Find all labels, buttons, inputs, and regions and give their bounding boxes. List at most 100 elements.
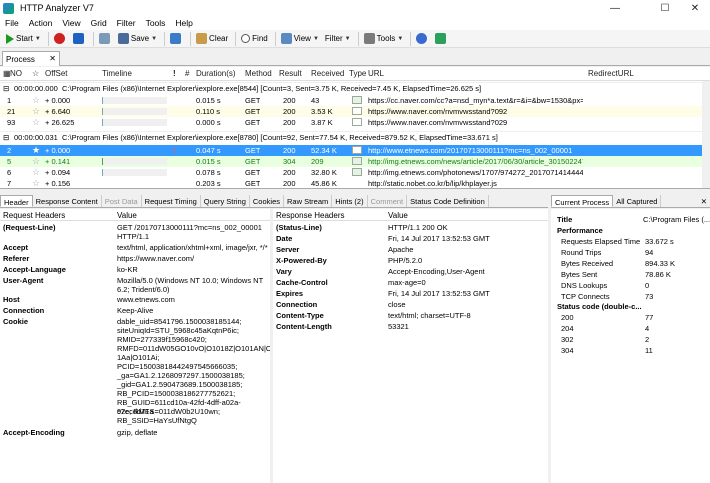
chevron-down-icon: ▼ bbox=[34, 35, 41, 42]
cell-received: 45.86 K bbox=[311, 179, 337, 188]
col-duration[interactable]: Duration(s) bbox=[196, 69, 236, 78]
table-row[interactable]: 1 ☆ + 0.000 0.015 s GET 200 43 https://c… bbox=[0, 95, 710, 106]
clear-button[interactable]: Clear bbox=[194, 31, 230, 47]
col-url[interactable]: URL bbox=[368, 69, 384, 78]
grid-scrollbar[interactable] bbox=[702, 81, 710, 188]
tab-all-captured[interactable]: All Captured bbox=[613, 195, 662, 207]
stop-button[interactable] bbox=[52, 31, 69, 47]
star-icon[interactable]: ☆ bbox=[32, 156, 40, 167]
view-label: View bbox=[293, 34, 311, 43]
header-value: Fri, 14 Jul 2017 13:52:53 GMT bbox=[388, 234, 490, 243]
cell-received: 32.80 K bbox=[311, 168, 337, 177]
header-value: RMFD=011dW05GO10vO|O1018Z|O101AN|O10 bbox=[117, 344, 270, 353]
col-response-headers[interactable]: Response Headers bbox=[276, 211, 344, 220]
col-type[interactable]: Type bbox=[349, 69, 366, 78]
toolbar: Start ▼ Save ▼ Clear Find View ▼ Filter … bbox=[0, 30, 710, 48]
tools-button[interactable]: Tools ▼ bbox=[362, 31, 406, 47]
tab-header[interactable]: Header bbox=[0, 195, 33, 207]
header-value: gzip, deflate bbox=[117, 428, 158, 437]
maximize-icon[interactable]: ☐ bbox=[650, 0, 680, 16]
star-icon[interactable]: ☆ bbox=[32, 178, 40, 188]
book-button[interactable] bbox=[433, 31, 450, 47]
timeline-bar bbox=[102, 169, 167, 176]
menu-help[interactable]: Help bbox=[170, 18, 197, 28]
col-timeline[interactable]: Timeline bbox=[102, 69, 132, 78]
header-key: Server bbox=[276, 245, 300, 254]
col-received[interactable]: Received bbox=[311, 69, 344, 78]
tab-process[interactable]: Process ✕ bbox=[2, 51, 60, 66]
col-method[interactable]: Method bbox=[245, 69, 272, 78]
menu-tools[interactable]: Tools bbox=[141, 18, 171, 28]
col-hash[interactable]: # bbox=[185, 69, 189, 78]
tab-status-code-definition[interactable]: Status Code Definition bbox=[407, 195, 489, 207]
menu-view[interactable]: View bbox=[57, 18, 85, 28]
alert-icon: ! bbox=[173, 146, 176, 155]
start-button[interactable]: Start ▼ bbox=[4, 31, 43, 47]
table-row[interactable]: 7 ☆ + 0.156 0.203 s GET 200 45.86 K http… bbox=[0, 178, 710, 188]
timeline-bar bbox=[102, 108, 167, 115]
table-row[interactable]: 93 ☆ + 26.625 0.000 s GET 200 3.87 K htt… bbox=[0, 117, 710, 128]
menu-filter[interactable]: Filter bbox=[112, 18, 141, 28]
tools-label: Tools bbox=[376, 34, 396, 43]
tab-response-content[interactable]: Response Content bbox=[33, 195, 102, 207]
minimize-icon[interactable]: — bbox=[600, 0, 630, 16]
table-row[interactable]: 5 ☆ + 0.141 0.015 s GET 304 209 http://i… bbox=[0, 156, 710, 167]
tab-query-string[interactable]: Query String bbox=[201, 195, 250, 207]
collapse-icon[interactable]: ⊟ bbox=[3, 84, 9, 93]
toolbar-separator bbox=[164, 31, 166, 46]
star-icon[interactable]: ☆ bbox=[32, 167, 40, 178]
col-offset[interactable]: OffSet bbox=[45, 69, 68, 78]
find-button[interactable]: Find bbox=[239, 31, 270, 47]
tab-cookies[interactable]: Cookies bbox=[250, 195, 284, 207]
col-request-headers[interactable]: Request Headers bbox=[3, 211, 65, 220]
col-result[interactable]: Result bbox=[279, 69, 302, 78]
status-code-label: Status code (double-c... bbox=[557, 302, 642, 311]
close-tab-icon[interactable]: ✕ bbox=[49, 54, 56, 63]
close-panel-icon[interactable]: ✕ bbox=[698, 195, 710, 207]
col-value[interactable]: Value bbox=[117, 211, 137, 220]
tab-post-data[interactable]: Post Data bbox=[102, 195, 142, 207]
toolbar-separator bbox=[47, 31, 49, 46]
refresh-button[interactable] bbox=[168, 31, 185, 47]
group-row[interactable]: ⊟ 00:00:00.000 C:\Program Files (x86)\In… bbox=[0, 82, 710, 94]
close-icon[interactable]: ✕ bbox=[680, 0, 710, 16]
open-button[interactable] bbox=[97, 31, 114, 47]
header-value: GET /20170713000111?mc=ns_002_00001 bbox=[117, 223, 262, 232]
tab-hints[interactable]: Hints (2) bbox=[332, 195, 368, 207]
filter-button[interactable]: Filter ▼ bbox=[323, 31, 353, 47]
tab-comment[interactable]: Comment bbox=[368, 195, 408, 207]
tab-current-process[interactable]: Current Process bbox=[551, 195, 614, 207]
col-alert[interactable]: ! bbox=[173, 69, 176, 78]
col-redirect-url[interactable]: RedirectURL bbox=[588, 69, 634, 78]
table-row-selected[interactable]: 2 ★ + 0.000 ! 0.047 s GET 200 52.34 K ht… bbox=[0, 145, 710, 156]
group-row[interactable]: ⊟ 00:00:00.031 C:\Program Files (x86)\In… bbox=[0, 131, 710, 143]
header-value: HTTP/1.1 200 OK bbox=[388, 223, 448, 232]
menu-action[interactable]: Action bbox=[24, 18, 58, 28]
cell-result: 304 bbox=[283, 157, 296, 166]
star-icon[interactable]: ☆ bbox=[32, 106, 40, 117]
menu-file[interactable]: File bbox=[0, 18, 24, 28]
status-count: 4 bbox=[645, 324, 650, 333]
tab-request-timing[interactable]: Request Timing bbox=[142, 195, 201, 207]
menu-grid[interactable]: Grid bbox=[86, 18, 112, 28]
star-icon[interactable]: ★ bbox=[32, 145, 40, 156]
view-button[interactable]: View ▼ bbox=[279, 31, 321, 47]
star-icon[interactable]: ☆ bbox=[32, 117, 40, 128]
header-value: RMID=277339f15968c420; bbox=[117, 335, 207, 344]
table-row[interactable]: 21 ☆ + 6.640 0.110 s GET 200 3.53 K http… bbox=[0, 106, 710, 117]
star-icon[interactable]: ☆ bbox=[32, 95, 40, 106]
save-button[interactable]: Save ▼ bbox=[116, 31, 159, 47]
header-value: 92c; RMFS=011dW0b2U10wn; bbox=[117, 407, 221, 416]
tab-raw-stream[interactable]: Raw Stream bbox=[284, 195, 333, 207]
header-key: Cache-Control bbox=[276, 278, 328, 287]
table-row[interactable]: 6 ☆ + 0.094 0.078 s GET 200 32.80 K http… bbox=[0, 167, 710, 178]
col-no[interactable]: NO bbox=[10, 69, 22, 78]
cell-result: 200 bbox=[283, 168, 296, 177]
col-value[interactable]: Value bbox=[388, 211, 408, 220]
cell-url: http://www.etnews.com/20170713000111?mc=… bbox=[368, 146, 573, 155]
help-button[interactable] bbox=[414, 31, 431, 47]
cell-method: GET bbox=[245, 96, 261, 105]
collapse-icon[interactable]: ⊟ bbox=[3, 133, 9, 142]
request-headers-pane: Request Headers Value (Request-Line) GET… bbox=[0, 209, 270, 483]
pause-button[interactable] bbox=[71, 31, 88, 47]
